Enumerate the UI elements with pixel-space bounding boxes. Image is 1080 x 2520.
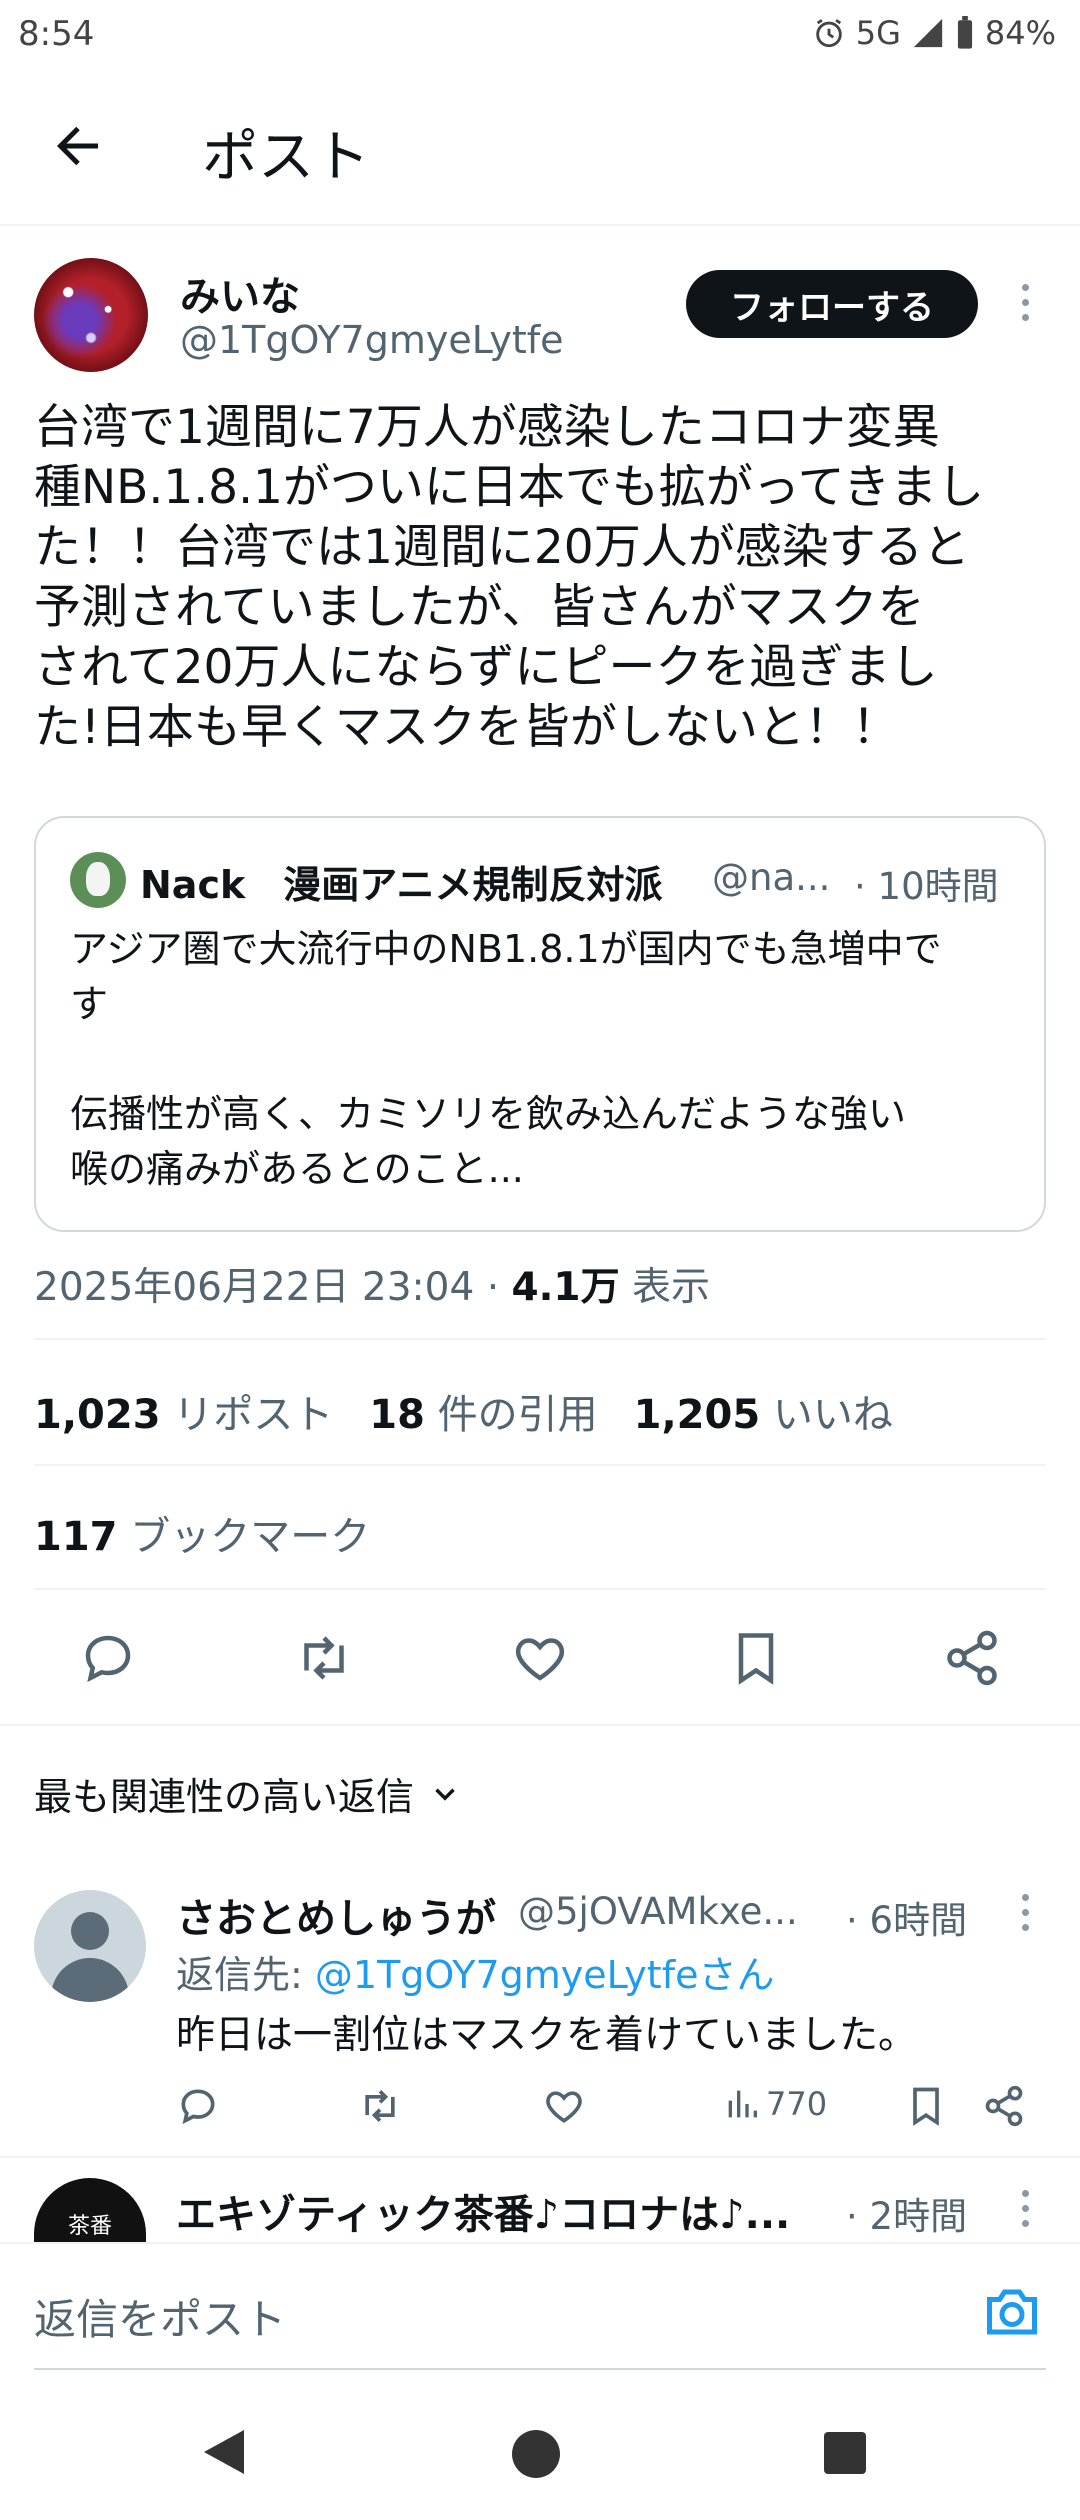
reply-to-link[interactable]: @1TgOY7gmyeLytfeさん bbox=[315, 1953, 775, 1997]
reply-icon bbox=[85, 1635, 131, 1683]
reply-bookmark-button[interactable] bbox=[904, 2084, 948, 2128]
more-options-icon[interactable] bbox=[1010, 284, 1040, 334]
reply-views-count: 770 bbox=[766, 2085, 828, 2123]
author-name[interactable]: みいな bbox=[180, 264, 300, 322]
nav-home-button[interactable] bbox=[512, 2430, 560, 2478]
status-time: 8:54 bbox=[18, 14, 95, 54]
divider bbox=[34, 1464, 1046, 1466]
likes-count: 1,205 bbox=[633, 1392, 761, 1438]
post-timestamp: 2025年06月22日 23:04 · bbox=[34, 1265, 512, 1310]
arrow-left-icon bbox=[57, 126, 98, 166]
status-bar: 8:54 5G 84% bbox=[0, 0, 1080, 72]
bookmark-icon bbox=[913, 2087, 939, 2126]
reposts-label: リポスト bbox=[173, 1392, 334, 1438]
quote-avatar bbox=[70, 852, 126, 908]
reposts-count: 1,023 bbox=[34, 1392, 161, 1438]
reply-button[interactable] bbox=[78, 1628, 138, 1688]
nav-recents-button[interactable] bbox=[824, 2432, 866, 2474]
reply-views-button[interactable]: 770 bbox=[722, 2084, 827, 2124]
likes-label: いいね bbox=[772, 1392, 893, 1438]
reply-like-button[interactable] bbox=[542, 2084, 586, 2128]
like-icon bbox=[546, 2091, 582, 2123]
views-label: 表示 bbox=[619, 1265, 710, 1310]
reply-to-line: 返信先: @1TgOY7gmyeLytfeさん bbox=[176, 1944, 774, 1999]
more-options-icon[interactable] bbox=[1010, 1894, 1040, 1944]
share-icon bbox=[985, 2085, 1023, 2127]
reply-share-button[interactable] bbox=[982, 2084, 1026, 2128]
reply-avatar-text: 茶番 bbox=[67, 2214, 112, 2239]
nav-back-button[interactable] bbox=[204, 2430, 244, 2474]
post-meta: 2025年06月22日 23:04 · 4.1万 表示 bbox=[34, 1256, 710, 1312]
reposts-stat[interactable]: 1,023 リポスト bbox=[34, 1392, 333, 1438]
like-icon bbox=[515, 1638, 565, 1681]
share-button[interactable] bbox=[942, 1628, 1002, 1688]
quotes-stat[interactable]: 18 件の引用 bbox=[369, 1392, 597, 1438]
reply-time: · 2時間 bbox=[846, 2195, 968, 2238]
quote-author-handle: @na... bbox=[712, 856, 831, 899]
divider bbox=[0, 2156, 1080, 2158]
quotes-count: 18 bbox=[369, 1392, 425, 1438]
repost-button[interactable] bbox=[294, 1628, 354, 1688]
chevron-down-icon bbox=[435, 1788, 455, 1801]
quote-text: アジア圏で大流行中のNB1.8.1が国内でも急増中で す 伝播性が高く、カミソリ… bbox=[70, 927, 942, 1191]
reply-text: 昨日は一割位はマスクを着けていました。 bbox=[176, 2013, 918, 2058]
battery-level: 84% bbox=[984, 14, 1056, 52]
battery-icon bbox=[957, 16, 972, 49]
engagement-stats: 1,023 リポスト 18 件の引用 1,205 いいね bbox=[34, 1382, 893, 1440]
more-options-icon[interactable] bbox=[1010, 2190, 1040, 2240]
post-text: 台湾で1週間に7万人が感染したコロナ変異 種NB.1.8.1がついに日本でも拡が… bbox=[34, 400, 985, 755]
views-count: 4.1万 bbox=[511, 1265, 620, 1310]
reply-icon bbox=[181, 2089, 215, 2125]
bookmark-icon bbox=[738, 1633, 774, 1685]
share-icon bbox=[947, 1630, 997, 1686]
like-button[interactable] bbox=[510, 1628, 570, 1688]
replies-sort-dropdown[interactable]: 最も関連性の高い返信 bbox=[34, 1766, 462, 1821]
divider bbox=[0, 1724, 1080, 1726]
quotes-label: 件の引用 bbox=[437, 1392, 598, 1438]
reply-repost-button[interactable] bbox=[358, 2084, 402, 2128]
alarm-icon bbox=[815, 19, 842, 48]
repost-icon bbox=[365, 2090, 395, 2122]
follow-button[interactable]: フォローする bbox=[686, 270, 978, 338]
bookmark-button[interactable] bbox=[726, 1628, 786, 1688]
quote-time: · 10時間 bbox=[854, 865, 999, 908]
reply-author-name[interactable]: エキゾティック茶番♪コロナは♪... bbox=[176, 2182, 836, 2240]
bookmarks-stat[interactable]: 117 ブックマーク bbox=[34, 1504, 370, 1562]
camera-icon bbox=[987, 2289, 1037, 2335]
analytics-icon bbox=[728, 2090, 757, 2118]
repost-icon bbox=[304, 1636, 344, 1680]
page-title: ポスト bbox=[202, 125, 370, 190]
status-icons: 5G 84% bbox=[812, 14, 1056, 52]
back-button[interactable] bbox=[40, 108, 120, 188]
author-avatar[interactable] bbox=[34, 258, 148, 372]
divider bbox=[34, 1338, 1046, 1340]
reply-author-name[interactable]: さおとめしゅうが bbox=[176, 1886, 496, 1944]
reply-reply-button[interactable] bbox=[176, 2084, 220, 2128]
composer-underline bbox=[34, 2368, 1046, 2370]
reply-to-prefix: 返信先: bbox=[176, 1953, 315, 1997]
bookmarks-count: 117 bbox=[34, 1514, 118, 1560]
reply-input[interactable]: 返信をポスト bbox=[34, 2286, 286, 2347]
reply-time: · 6時間 bbox=[846, 1899, 968, 1942]
network-type: 5G bbox=[855, 14, 901, 52]
divider bbox=[34, 1588, 1046, 1590]
quoted-post[interactable]: Nack 漫画アニメ規制反対派 @na... · 10時間 アジア圏で大流行中の… bbox=[34, 816, 1046, 1232]
bookmarks-label: ブックマーク bbox=[130, 1514, 371, 1560]
reply-avatar[interactable] bbox=[34, 1890, 146, 2002]
camera-button[interactable] bbox=[982, 2282, 1042, 2342]
header-divider bbox=[0, 224, 1080, 226]
signal-icon bbox=[913, 18, 943, 48]
reply-author-handle[interactable]: @5jOVAMkxe... bbox=[518, 1890, 798, 1933]
author-handle[interactable]: @1TgOY7gmyeLytfe bbox=[180, 318, 564, 362]
replies-sort-label: 最も関連性の高い返信 bbox=[34, 1775, 415, 1819]
likes-stat[interactable]: 1,205 いいね bbox=[634, 1392, 893, 1438]
quote-author-name: Nack 漫画アニメ規制反対派 bbox=[140, 863, 663, 907]
